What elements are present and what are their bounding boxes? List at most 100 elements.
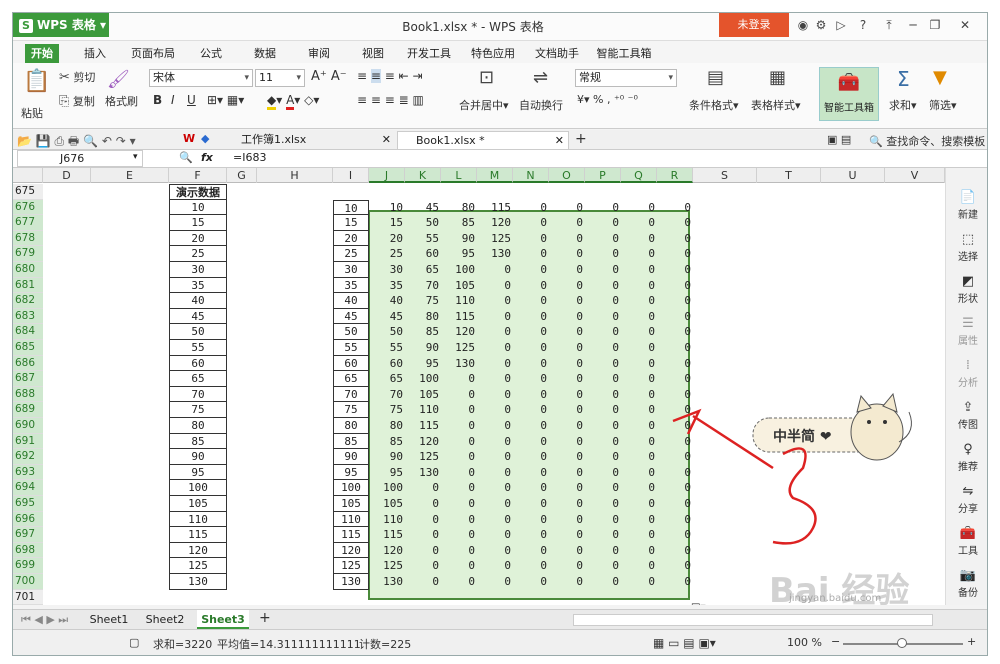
number-format-select[interactable]: 常规 [575,69,677,87]
font-size-select[interactable]: 11 [255,69,305,87]
ribbon-tabs: 开始 插入 页面布局 公式 数据 审阅 视图 开发工具 特色应用 文档助手 智能… [13,41,987,63]
align-top-icons[interactable]: ≡ ≡ ≡ ⇤ ⇥ [357,69,423,83]
sidebar-item-1[interactable]: ⬚ 选择 [946,232,987,263]
tab-view[interactable]: 视图 [355,44,391,63]
property-icon: ☰ [962,316,974,331]
add-sheet-icon[interactable]: + [259,610,271,626]
underline-icon[interactable]: U [187,93,196,107]
tools-icon: 🧰 [959,526,977,541]
tab-smart-toolbox[interactable]: 智能工具箱 [591,44,657,63]
sidebar-item-2[interactable]: ◩ 形状 [946,274,987,305]
zoom-in-icon[interactable]: + [967,635,976,648]
sidebar-label: 新建 [958,210,978,221]
help-icon[interactable]: ? [855,17,871,33]
sum-icon[interactable]: Σ [897,67,910,91]
view-mode-icons[interactable]: ▦ ▭ ▤ ▣▾ [653,636,716,650]
table-style-icon[interactable]: ▦ [769,67,786,88]
sidebar-item-5[interactable]: ⇪ 传图 [946,400,987,431]
minimize-ribbon-icon[interactable]: ⤒ [881,17,897,33]
command-search[interactable]: 🔍 查找命令、搜索模板 [869,133,985,149]
merge-icon[interactable]: ⊡ [479,67,494,88]
skin-icon[interactable]: ◉ [795,17,811,33]
minimize-icon[interactable]: ─ [905,17,921,33]
copy-button[interactable]: ⎘ 复制 [59,93,95,109]
sheet-tab-1[interactable]: Sheet1 [83,610,135,629]
chevron-down-icon[interactable]: ▾ [133,152,138,162]
tab-page-layout[interactable]: 页面布局 [125,44,181,63]
sidebar-label: 备份 [958,588,978,599]
fill-color-icon[interactable]: ◆▾ A▾ ◇▾ [267,93,319,110]
upload-image-icon: ⇪ [962,400,974,415]
zoom-icon[interactable]: 🔍 [179,151,193,164]
smart-toolbox-button[interactable]: 🧰 智能工具箱 [819,67,879,121]
settings-icon[interactable]: ⚙ [813,17,829,33]
cube-icon[interactable]: ◆ [201,132,209,145]
sidebar-item-6[interactable]: ♀ 推荐 [946,442,987,473]
number-format-icons[interactable]: ¥▾ % , ⁺⁰ ⁻⁰ [577,93,638,106]
paste-button[interactable]: 粘贴 [21,105,43,121]
table-style-button[interactable]: 表格样式▾ [751,97,801,113]
brush-icon[interactable]: 🖌 [107,69,130,90]
filter-button[interactable]: 筛选▾ [929,97,957,113]
name-box[interactable]: J676 [17,150,143,167]
tab-data[interactable]: 数据 [247,44,283,63]
share-icon[interactable]: ▷ [833,17,849,33]
sidebar-item-4[interactable]: ⁞ 分析 [946,358,987,389]
restore-icon[interactable]: ❐ [927,17,943,33]
zoom-slider-handle[interactable] [897,638,907,648]
sum-button[interactable]: 求和▾ [889,97,917,113]
font-select[interactable]: 宋体 [149,69,253,87]
doc-tab-book1[interactable]: Book1.xlsx * ✕ [397,131,569,149]
conditional-format-icon[interactable]: ▤ [707,67,724,88]
select-icon: ⬚ [961,232,975,247]
formula-input[interactable]: =I683 [229,150,929,167]
doc-tab-workbook1[interactable]: 工作簿1.xlsx ✕ [223,131,395,149]
sidebar-item-8[interactable]: 🧰 工具 [946,526,987,557]
sidebar-item-7[interactable]: ⇋ 分享 [946,484,987,515]
new-tab-icon[interactable]: + [575,131,587,147]
paste-options-icon[interactable]: ▤▾ [691,602,705,605]
horizontal-scrollbar[interactable] [573,614,933,626]
merge-center-button[interactable]: 合并居中▾ [459,97,509,113]
sidebar-item-9[interactable]: 📷 备份 [946,568,987,599]
tab-developer[interactable]: 开发工具 [405,44,453,63]
sidebar-item-3[interactable]: ☰ 属性 [946,316,987,347]
wrap-icon[interactable]: ⇌ [533,67,548,88]
close-icon[interactable]: ✕ [957,17,973,33]
sheet-tab-2[interactable]: Sheet2 [139,610,191,629]
wps-w-icon[interactable]: W [183,132,195,145]
tab-special[interactable]: 特色应用 [465,44,521,63]
wrap-text-button[interactable]: 自动换行 [519,97,563,113]
align-icons[interactable]: ≡ ≡ ≡ ≣ ▥ [357,93,424,107]
close-tab-icon[interactable]: ✕ [555,132,564,150]
paste-icon[interactable]: 📋 [23,69,50,94]
zoom-out-icon[interactable]: − [831,635,840,648]
bold-icon[interactable]: B [153,93,162,107]
tab-insert[interactable]: 插入 [77,44,113,63]
sheet-tab-3[interactable]: Sheet3 [197,610,249,629]
close-tab-icon[interactable]: ✕ [382,131,391,149]
sheet-nav-icons[interactable]: ⏮ ◀ ▶ ⏭ [21,613,68,627]
conditional-format-button[interactable]: 条件格式▾ [689,97,739,113]
tab-doc-assistant[interactable]: 文档助手 [529,44,585,63]
ribbon: 📋 粘贴 ✂ 剪切 ⎘ 复制 🖌 格式刷 宋体 11 A⁺ A⁻ B I U ⊞… [13,63,987,129]
filter-icon[interactable]: ▼ [933,67,947,88]
spreadsheet-grid[interactable]: DEFGHIJKLMNOPQRSTUV 675 676 677 678 679 680 68… [13,168,945,605]
cut-button[interactable]: ✂ 剪切 [59,69,95,85]
grow-font-icon[interactable]: A⁺ A⁻ [311,69,347,84]
app-menu-button[interactable]: S WPS 表格 ▾ [13,13,109,37]
tab-review[interactable]: 审阅 [301,44,337,63]
recommend-icon: ♀ [963,442,973,457]
tab-home[interactable]: 开始 [25,44,59,63]
analysis-icon: ⁞ [965,358,971,373]
sidebar-item-0[interactable]: 📄 新建 [946,190,987,221]
tab-formula[interactable]: 公式 [193,44,229,63]
zoom-level[interactable]: 100 % [787,636,822,649]
window-icons[interactable]: ▣ ▤ [827,133,851,146]
copy-icon: ⎘ [59,94,70,109]
border-icon[interactable]: ⊞▾ ▦▾ [207,93,244,107]
italic-icon[interactable]: I [171,93,175,107]
login-button[interactable]: 未登录 [719,13,789,37]
format-painter-button[interactable]: 格式刷 [105,93,138,109]
fx-icon[interactable]: fx [201,151,213,164]
